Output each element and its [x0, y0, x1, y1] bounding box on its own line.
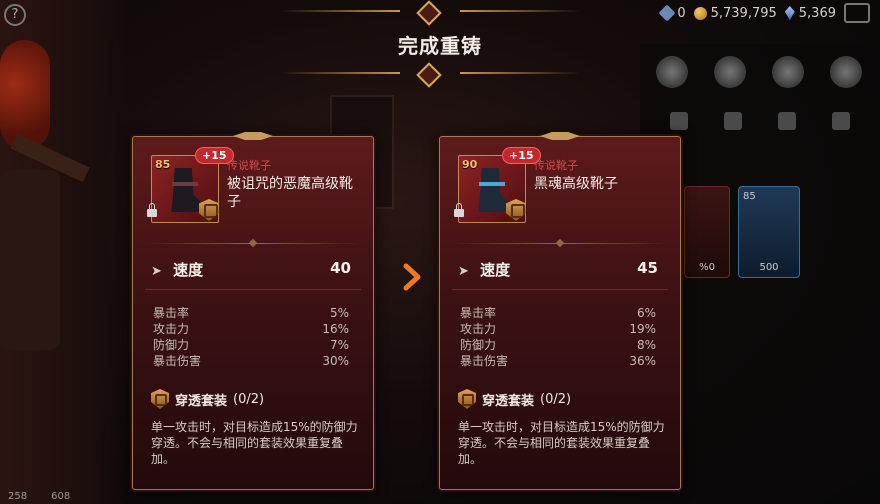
lock-icon[interactable]: [454, 203, 464, 217]
crystal-resource: 5,369: [784, 5, 836, 21]
set-count: (0/2): [540, 391, 572, 407]
set-icon: [458, 389, 476, 409]
double-arrow-icon: ➤: [458, 264, 469, 279]
boots-icon: [478, 168, 509, 212]
substat-row: 防御力 7%: [153, 338, 349, 352]
substat-row: 暴击率 6%: [460, 306, 656, 320]
hero-portrait-background: [0, 0, 130, 504]
substat-row: 暴击率 5%: [153, 306, 349, 320]
accessory-category-icon[interactable]: [830, 56, 862, 88]
main-stat-label: 速度: [480, 261, 511, 279]
bottom-left-counters: 258 608: [8, 491, 70, 502]
substats-list: 暴击率 5% 攻击力 16% 防御力 7% 暴击伤害 30%: [153, 305, 349, 369]
gold-resource: 5,739,795: [693, 5, 777, 21]
item-name: 被诅咒的恶魔高级靴子: [227, 176, 353, 210]
gem-icon: [658, 4, 676, 22]
main-stat-value: 40: [330, 259, 351, 277]
armor-category-icon[interactable]: [772, 56, 804, 88]
set-count: (0/2): [233, 391, 265, 407]
divider: [452, 238, 668, 248]
substat-row: 防御力 8%: [460, 338, 656, 352]
item-name: 黑魂高级靴子: [534, 176, 618, 192]
main-stat: ➤ 速度 40: [151, 259, 351, 280]
set-icon: [151, 389, 169, 409]
main-stat-label: 速度: [173, 261, 204, 279]
double-arrow-icon: ➤: [151, 264, 162, 279]
gold-count: 5,739,795: [710, 5, 777, 21]
substats-list: 暴击率 6% 攻击力 19% 防御力 8% 暴击伤害 36%: [460, 305, 656, 369]
set-bonus-header: 穿透套装 (0/2): [458, 389, 571, 409]
gold-coin-icon: [693, 6, 707, 20]
hero-body: [0, 170, 60, 350]
boots-icon: [171, 168, 202, 212]
set-description: 单一攻击时，对目标造成15%的防御力穿透。不会与相同的套装效果重复叠加。: [458, 420, 665, 466]
equipment-card-after: 90 +15 传说靴子 黑魂高级靴子 ➤ 速度 45 暴击率 6% 攻击力 19% …: [439, 132, 681, 490]
help-icon[interactable]: ?: [4, 4, 26, 26]
gem-resource: 0: [658, 4, 686, 22]
inventory-icon[interactable]: [844, 3, 870, 23]
divider: [145, 238, 361, 248]
counter-2: 608: [51, 491, 71, 502]
main-stat: ➤ 速度 45: [458, 259, 658, 280]
rarity-label: 传说靴子: [227, 159, 271, 172]
substat-row: 攻击力 19%: [460, 322, 656, 336]
rarity-label: 传说靴子: [534, 159, 578, 172]
gem-count: 0: [677, 5, 686, 21]
arrow-right-icon: [400, 262, 424, 292]
equipment-card[interactable]: 85 500: [738, 186, 800, 278]
substat-row: 攻击力 16%: [153, 322, 349, 336]
amulet-filter-icon[interactable]: [832, 112, 850, 130]
ring-filter-icon[interactable]: [724, 112, 742, 130]
substat-row: 暴击伤害 30%: [153, 354, 349, 368]
equipment-card[interactable]: %0: [684, 186, 730, 278]
substat-row: 暴击伤害 36%: [460, 354, 656, 368]
set-description: 单一攻击时，对目标造成15%的防御力穿透。不会与相同的套装效果重复叠加。: [151, 420, 358, 466]
chest-filter-icon[interactable]: [778, 112, 796, 130]
set-name: 穿透套装: [175, 393, 228, 409]
title-ornament-top: [280, 0, 580, 26]
sword-filter-icon[interactable]: [670, 112, 688, 130]
crystal-icon: [784, 6, 795, 20]
weapon-category-icon[interactable]: [656, 56, 688, 88]
main-stat-value: 45: [637, 259, 658, 277]
equipment-card-before: 85 +15 传说靴子 被诅咒的恶魔高级靴子 ➤ 速度 40 暴击率 5% 攻击力…: [132, 132, 374, 490]
crystal-count: 5,369: [798, 5, 836, 21]
item-level: 85: [155, 158, 171, 171]
set-name: 穿透套装: [482, 393, 535, 409]
counter-1: 258: [8, 491, 28, 502]
lock-icon[interactable]: [147, 203, 157, 217]
helmet-category-icon[interactable]: [714, 56, 746, 88]
resource-bar: 0 5,739,795 5,369: [658, 3, 870, 23]
set-bonus-header: 穿透套装 (0/2): [151, 389, 264, 409]
item-level: 90: [462, 158, 478, 171]
title-ornament-bottom: [280, 62, 580, 88]
